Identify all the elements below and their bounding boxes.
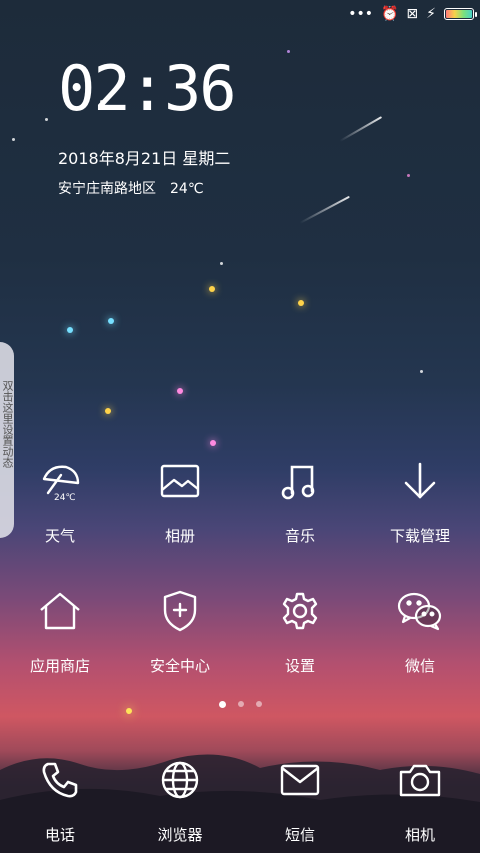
- page-dot[interactable]: [218, 701, 226, 708]
- app-download-manager[interactable]: 下载管理: [365, 455, 475, 546]
- more-dots-icon: •••: [348, 6, 373, 22]
- clock-time[interactable]: 02:36: [58, 52, 237, 125]
- side-tab-label: 双击这里设置动态: [1, 380, 14, 468]
- star: [220, 262, 223, 265]
- glow: [209, 286, 215, 292]
- app-label: 相机: [404, 826, 435, 844]
- location-temperature: 24℃: [170, 181, 204, 197]
- home-icon: [34, 585, 86, 637]
- app-row-1: 24℃ 天气 相册 音乐 下载管理: [0, 455, 480, 546]
- page-indicator: [0, 701, 480, 708]
- star: [45, 118, 48, 121]
- star: [407, 174, 410, 177]
- download-arrow-icon: [394, 455, 446, 507]
- star: [420, 370, 423, 373]
- no-sim-icon: ⊠: [406, 6, 419, 22]
- glow: [67, 327, 73, 333]
- app-row-2: 应用商店 安全中心 设置 微信: [0, 585, 480, 676]
- glow: [177, 388, 183, 394]
- shield-plus-icon: [154, 585, 206, 637]
- app-gallery[interactable]: 相册: [125, 455, 235, 546]
- app-label: 应用商店: [29, 657, 90, 675]
- gear-icon: [274, 585, 326, 637]
- app-phone[interactable]: 电话: [5, 754, 115, 845]
- app-label: 音乐: [284, 527, 315, 545]
- camera-icon: [394, 754, 446, 806]
- app-camera[interactable]: 相机: [365, 754, 475, 845]
- page-dot[interactable]: [255, 701, 262, 707]
- app-browser[interactable]: 浏览器: [125, 754, 235, 845]
- glow: [126, 708, 132, 714]
- app-label: 电话: [44, 826, 75, 844]
- app-label: 设置: [284, 657, 315, 675]
- app-weather[interactable]: 24℃ 天气: [5, 455, 115, 546]
- weather-badge: 24℃: [54, 493, 76, 503]
- app-wechat[interactable]: 微信: [365, 585, 475, 676]
- weather-location-line: 安宁庄南路地区 24℃: [58, 178, 204, 198]
- app-label: 短信: [284, 826, 315, 844]
- page-dot[interactable]: [237, 701, 244, 707]
- star: [12, 138, 15, 141]
- status-bar: ••• ⏰ ⊠ ⚡: [348, 4, 477, 24]
- wechat-icon: [394, 585, 446, 637]
- app-label: 微信: [404, 657, 435, 675]
- app-messages[interactable]: 短信: [245, 754, 355, 845]
- phone-icon: [34, 754, 86, 806]
- globe-icon: [154, 754, 206, 806]
- app-store[interactable]: 应用商店: [5, 585, 115, 676]
- umbrella-icon: 24℃: [34, 455, 86, 507]
- charging-icon: ⚡: [426, 6, 436, 22]
- app-security-center[interactable]: 安全中心: [125, 585, 235, 676]
- location-name: 安宁庄南路地区: [58, 181, 156, 197]
- music-note-icon: [274, 455, 326, 507]
- envelope-icon: [274, 754, 326, 806]
- app-label: 相册: [164, 527, 195, 545]
- app-settings[interactable]: 设置: [245, 585, 355, 676]
- app-label: 下载管理: [389, 527, 450, 545]
- glow: [210, 440, 216, 446]
- shooting-star: [339, 116, 383, 142]
- glow: [108, 318, 114, 324]
- shooting-star: [299, 195, 350, 224]
- app-label: 浏览器: [157, 826, 203, 844]
- alarm-icon: ⏰: [380, 6, 399, 22]
- dock: 电话 浏览器 短信 相机: [0, 754, 480, 845]
- glow: [298, 300, 304, 306]
- image-icon: [154, 455, 206, 507]
- app-label: 安全中心: [149, 657, 210, 675]
- app-label: 天气: [44, 527, 75, 545]
- star: [287, 50, 290, 53]
- clock-date: 2018年8月21日 星期二: [58, 149, 231, 168]
- app-music[interactable]: 音乐: [245, 455, 355, 546]
- battery-icon: [444, 8, 477, 20]
- glow: [105, 408, 111, 414]
